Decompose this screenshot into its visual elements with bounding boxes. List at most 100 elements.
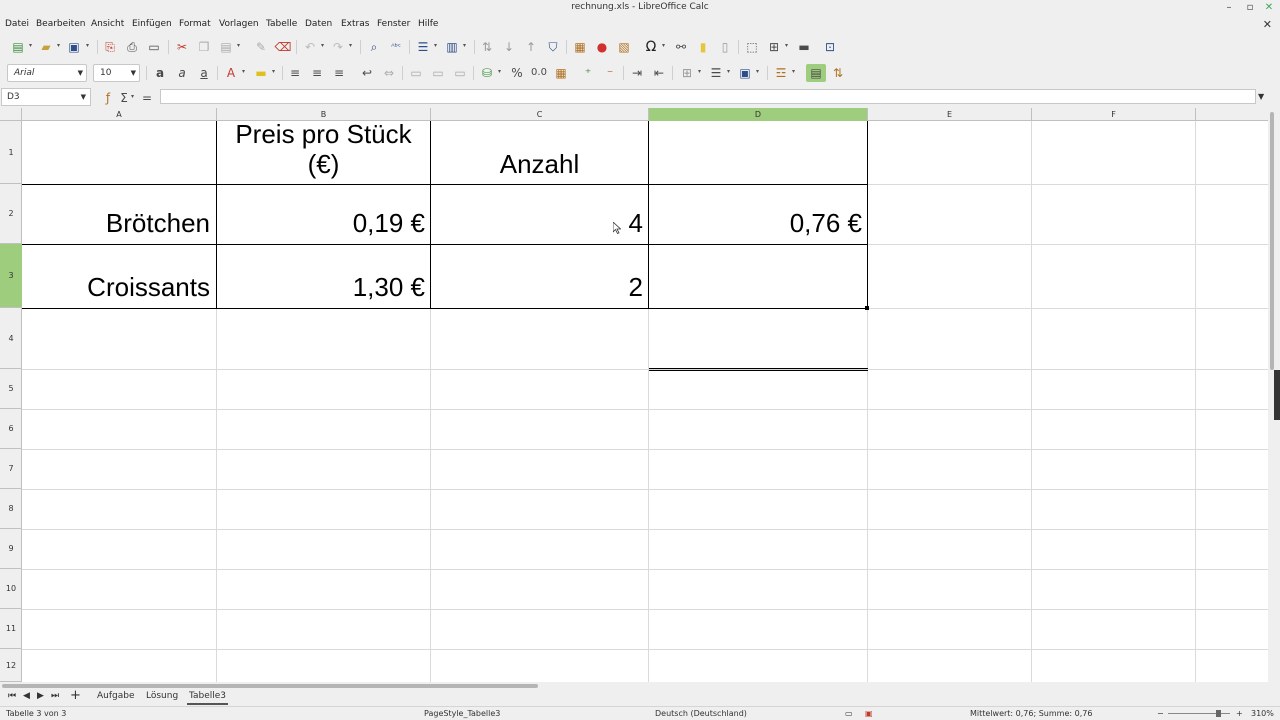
zoom-slider-knob[interactable] xyxy=(1216,710,1221,717)
row-header-12[interactable]: 12 xyxy=(0,649,22,682)
horizontal-scrollbar[interactable] xyxy=(0,682,1280,690)
redo-dropdown-icon[interactable]: ▾ xyxy=(349,43,355,49)
column-icon[interactable]: ▥ xyxy=(444,39,460,55)
active-cell-d3[interactable] xyxy=(648,244,868,309)
comment-icon[interactable]: ▮ xyxy=(695,39,711,55)
previous-sheet-icon[interactable]: ◀ xyxy=(23,691,30,701)
menu-bearbeiten[interactable]: Bearbeiten xyxy=(36,19,85,29)
row-header-2[interactable]: 2 xyxy=(0,184,22,244)
merge-center-icon[interactable]: ⇔ xyxy=(381,65,397,81)
align-vcenter-icon[interactable]: ▭ xyxy=(430,65,446,81)
selection-mode-icon[interactable]: ▭ xyxy=(845,709,853,718)
align-bottom-icon[interactable]: ▭ xyxy=(452,65,468,81)
font-name-combo[interactable]: Arial ▼ xyxy=(7,64,87,82)
save-icon[interactable]: ▣ xyxy=(66,39,82,55)
clone-formatting-icon[interactable]: ✎ xyxy=(253,39,269,55)
row-icon[interactable]: ☰ xyxy=(415,39,431,55)
wrap-text-icon[interactable]: ↩ xyxy=(359,65,375,81)
split-window-icon[interactable]: ▬ xyxy=(796,39,812,55)
undo-icon[interactable]: ↶ xyxy=(302,39,318,55)
highlight-color-icon[interactable]: ▬ xyxy=(253,65,269,81)
font-name-dropdown-icon[interactable]: ▼ xyxy=(78,69,83,77)
align-right-icon[interactable]: ≡ xyxy=(331,65,347,81)
sort-icon[interactable]: ⇅ xyxy=(479,39,495,55)
next-sheet-icon[interactable]: ▶ xyxy=(37,691,44,701)
define-print-area-icon[interactable]: ⬚ xyxy=(744,39,760,55)
border-style-icon[interactable]: ☰ xyxy=(708,65,724,81)
special-character-icon[interactable]: Ω xyxy=(643,39,659,55)
add-decimal-icon[interactable]: ⁺ xyxy=(580,65,596,81)
sort-columns-icon[interactable]: ⇅ xyxy=(830,65,846,81)
menu-einfuegen[interactable]: Einfügen xyxy=(132,19,172,29)
horizontal-scroll-thumb[interactable] xyxy=(2,684,538,688)
font-color-dropdown-icon[interactable]: ▾ xyxy=(242,69,248,75)
menu-tabelle[interactable]: Tabelle xyxy=(266,19,297,29)
zoom-level[interactable]: 310% xyxy=(1251,709,1274,718)
sidebar-toggle-handle[interactable] xyxy=(1274,370,1280,420)
formula-icon[interactable]: = xyxy=(139,90,155,106)
row-header-10[interactable]: 10 xyxy=(0,569,22,609)
close-window-icon[interactable]: ✕ xyxy=(1262,1,1276,15)
hyperlink-icon[interactable]: ⚯ xyxy=(673,39,689,55)
align-left-icon[interactable]: ≡ xyxy=(287,65,303,81)
zoom-out-icon[interactable]: − xyxy=(1157,709,1164,718)
new-dropdown-icon[interactable]: ▾ xyxy=(29,43,35,49)
row-header-5[interactable]: 5 xyxy=(0,369,22,409)
sheet-tab-tabelle3[interactable]: Tabelle3 xyxy=(187,691,229,705)
spelling-icon[interactable]: ᴬᵇᶜ xyxy=(388,39,404,55)
sort-descending-icon[interactable]: ↑ xyxy=(523,39,539,55)
font-size-combo[interactable]: 10 ▼ xyxy=(93,64,140,82)
percent-format-icon[interactable]: % xyxy=(509,65,525,81)
currency-dropdown-icon[interactable]: ▾ xyxy=(498,69,504,75)
row-header-4[interactable]: 4 xyxy=(0,308,22,369)
menu-extras[interactable]: Extras xyxy=(341,19,369,29)
row-header-11[interactable]: 11 xyxy=(0,609,22,649)
fill-handle[interactable] xyxy=(865,306,869,310)
font-color-icon[interactable]: A xyxy=(223,65,239,81)
conditional-format-icon[interactable]: ☲ xyxy=(773,65,789,81)
sort-ascending-icon[interactable]: ↓ xyxy=(501,39,517,55)
name-box[interactable]: D3 ▼ xyxy=(1,88,91,106)
insert-chart-icon[interactable]: ● xyxy=(594,39,610,55)
formula-input[interactable] xyxy=(160,89,1256,104)
borders-dropdown-icon[interactable]: ▾ xyxy=(698,69,704,75)
menu-daten[interactable]: Daten xyxy=(305,19,332,29)
headers-footers-icon[interactable]: ▯ xyxy=(717,39,733,55)
export-pdf-icon[interactable]: ⎘ xyxy=(102,39,118,55)
border-style-dropdown-icon[interactable]: ▾ xyxy=(727,69,733,75)
add-sheet-icon[interactable]: + xyxy=(70,688,81,703)
row-header-1[interactable]: 1 xyxy=(0,121,22,184)
sum-dropdown-icon[interactable]: ▾ xyxy=(131,94,137,100)
pivot-table-icon[interactable]: ▧ xyxy=(616,39,632,55)
last-sheet-icon[interactable]: ⏭ xyxy=(51,691,59,701)
save-dropdown-icon[interactable]: ▾ xyxy=(86,43,92,49)
expand-formula-icon[interactable]: ▼ xyxy=(1258,92,1264,101)
align-center-icon[interactable]: ≡ xyxy=(309,65,325,81)
bold-icon[interactable]: a xyxy=(152,65,168,81)
column-header-d[interactable]: D xyxy=(649,108,868,121)
clear-formatting-icon[interactable]: ⌫ xyxy=(275,39,292,55)
page-style[interactable]: PageStyle_Tabelle3 xyxy=(424,709,500,718)
show-grid-lines-icon[interactable]: ▤ xyxy=(806,64,826,82)
insert-image-icon[interactable]: ▦ xyxy=(572,39,588,55)
redo-icon[interactable]: ↷ xyxy=(330,39,346,55)
minimize-icon[interactable]: – xyxy=(1222,1,1236,15)
decrease-indent-icon[interactable]: ⇤ xyxy=(651,65,667,81)
freeze-rows-columns-icon[interactable]: ⊞ xyxy=(766,39,782,55)
paste-icon[interactable]: ▤ xyxy=(218,39,234,55)
row-dropdown-icon[interactable]: ▾ xyxy=(434,43,440,49)
delete-decimal-icon[interactable]: ⁻ xyxy=(602,65,618,81)
copy-icon[interactable]: ❐ xyxy=(196,39,212,55)
increase-indent-icon[interactable]: ⇥ xyxy=(629,65,645,81)
font-size-dropdown-icon[interactable]: ▼ xyxy=(131,69,136,77)
column-header-f[interactable]: F xyxy=(1032,108,1196,121)
print-icon[interactable]: ⎙ xyxy=(124,39,140,55)
zoom-in-icon[interactable]: + xyxy=(1236,709,1243,718)
highlight-dropdown-icon[interactable]: ▾ xyxy=(272,69,278,75)
menu-ansicht[interactable]: Ansicht xyxy=(91,19,124,29)
row-header-7[interactable]: 7 xyxy=(0,449,22,489)
paste-dropdown-icon[interactable]: ▾ xyxy=(237,43,243,49)
menu-fenster[interactable]: Fenster xyxy=(377,19,410,29)
sum-icon[interactable]: Σ xyxy=(116,90,132,106)
cut-icon[interactable]: ✂ xyxy=(174,39,190,55)
